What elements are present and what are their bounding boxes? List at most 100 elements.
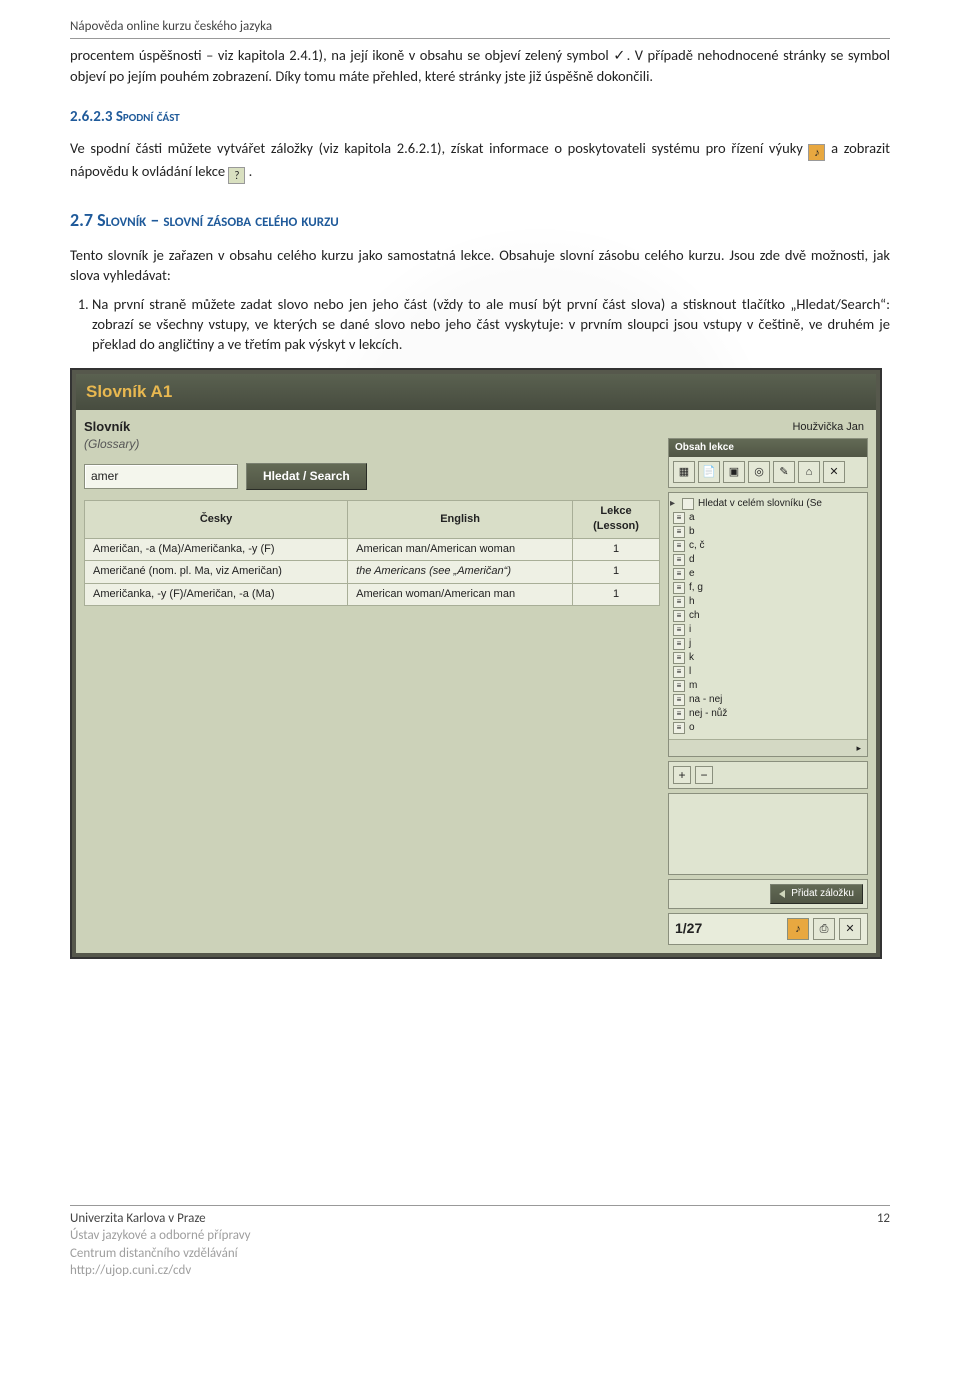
cell-en: the Americans (see „Američan“) — [348, 561, 573, 583]
zoom-out-icon[interactable]: − — [695, 766, 713, 784]
nav-box-icon: ≡ — [673, 610, 685, 622]
nav-item[interactable]: ≡nej - nůž — [669, 707, 863, 721]
col-lekce: Lekce (Lesson) — [573, 501, 660, 539]
arrow-left-icon — [779, 890, 785, 898]
search-button[interactable]: Hledat / Search — [246, 463, 367, 490]
nav-item[interactable]: ≡ f, g — [669, 581, 863, 595]
status-icon[interactable]: ⎙ — [813, 918, 835, 940]
page-number: 12 — [877, 1210, 890, 1280]
nav-item-label: ch — [689, 609, 700, 623]
nav-item-label: k — [689, 651, 694, 665]
app-title-bar: Slovník A1 — [76, 374, 876, 410]
cell-cz: Američanka, -y (F)/Američan, -a (Ma) — [85, 583, 348, 605]
heading-2-7: 2.7 Slovník – slovní zásoba celého kurzu — [70, 208, 890, 233]
nav-item[interactable]: ≡b — [669, 525, 863, 539]
nav-box-icon: ≡ — [673, 512, 685, 524]
nav-item[interactable]: ≡i — [669, 623, 863, 637]
nav-item[interactable]: ≡e — [669, 567, 863, 581]
nav-item[interactable]: ≡d — [669, 553, 863, 567]
nav-search-label: Hledat v celém slovníku (Se — [698, 497, 822, 511]
app-title: Slovník A1 — [86, 382, 172, 401]
footer-line-1: Univerzita Karlova v Praze — [70, 1210, 251, 1228]
nav-box-icon: ≡ — [673, 694, 685, 706]
nav-item-label: j — [689, 637, 691, 651]
toolbar-close-icon[interactable]: ✕ — [823, 461, 845, 483]
toolbar-icon[interactable]: ✎ — [773, 461, 795, 483]
toolbar-icon[interactable]: ▣ — [723, 461, 745, 483]
list-item-1: Na první straně můžete zadat slovo nebo … — [92, 294, 890, 355]
cell-lesson: 1 — [573, 538, 660, 560]
page-header: Nápověda online kurzu českého jazyka — [70, 18, 890, 39]
text: . — [249, 162, 253, 180]
nav-item-label: na - nej — [689, 693, 722, 707]
nav-box-icon: ≡ — [673, 652, 685, 664]
cell-cz: Američané (nom. pl. Ma, viz Američan) — [85, 561, 348, 583]
nav-item-label: l — [689, 665, 691, 679]
nav-item[interactable]: ≡l — [669, 665, 863, 679]
nav-item[interactable]: ≡k — [669, 651, 863, 665]
status-close-icon[interactable]: ✕ — [839, 918, 861, 940]
footer-link[interactable]: http://ujop.cuni.cz/cdv — [70, 1263, 191, 1278]
nav-box-icon: ≡ — [673, 596, 685, 608]
nav-item[interactable]: ≡o — [669, 721, 863, 735]
body-paragraph-3: Tento slovník je zařazen v obsahu celého… — [70, 245, 890, 286]
panel-sublabel: (Glossary) — [84, 436, 660, 453]
nav-box-icon: ≡ — [673, 568, 685, 580]
nav-item-label: f, g — [689, 581, 703, 595]
nav-item[interactable]: ≡j — [669, 637, 863, 651]
scroll-right-icon[interactable]: ▸ — [669, 739, 867, 757]
nav-item[interactable]: ≡ na - nej — [669, 693, 863, 707]
nav-item[interactable]: ≡a — [669, 511, 863, 525]
user-label: Houžvička Jan — [668, 418, 868, 437]
table-row[interactable]: Američan, -a (Ma)/Američanka, -y (F)Amer… — [85, 538, 660, 560]
nav-item[interactable]: ≡ ch — [669, 609, 863, 623]
nav-box-icon: ≡ — [673, 666, 685, 678]
nav-item[interactable]: ≡c, č — [669, 539, 863, 553]
cell-cz: Američan, -a (Ma)/Američanka, -y (F) — [85, 538, 348, 560]
nav-item-label: m — [689, 679, 697, 693]
cell-lesson: 1 — [573, 561, 660, 583]
page-counter: 1/27 — [675, 919, 702, 939]
nav-item[interactable]: ≡h — [669, 595, 863, 609]
toolbar-icon[interactable]: ◎ — [748, 461, 770, 483]
search-input[interactable]: amer — [84, 464, 238, 489]
nav-box-icon: ≡ — [673, 708, 685, 720]
zoom-in-icon[interactable]: + — [673, 766, 691, 784]
nav-item-label: i — [689, 623, 691, 637]
nav-item-label: e — [689, 567, 695, 581]
help-icon: ? — [228, 167, 245, 184]
nav-box-icon: ≡ — [673, 582, 685, 594]
col-english: English — [348, 501, 573, 539]
nav-item-label: h — [689, 595, 695, 609]
heading-2-6-2-3: 2.6.2.3 Spodní část — [70, 107, 890, 128]
text: Ve spodní části můžete vytvářet záložky … — [70, 139, 808, 157]
nav-box-icon: ≡ — [673, 540, 685, 552]
provider-icon: ♪ — [808, 144, 825, 161]
status-icon[interactable]: ♪ — [787, 918, 809, 940]
footer-line-2: Ústav jazykové a odborné přípravy — [70, 1227, 251, 1245]
nav-box-icon: ≡ — [673, 722, 685, 734]
toolbar-icon[interactable]: ⌂ — [798, 461, 820, 483]
nav-search-row[interactable]: Hledat v celém slovníku (Se — [669, 497, 863, 511]
glossary-table: Česky English Lekce (Lesson) Američan, -… — [84, 500, 660, 606]
nav-box-icon: ≡ — [673, 554, 685, 566]
footer-line-3: Centrum distančního vzdělávání — [70, 1245, 251, 1263]
nav-box-icon: ≡ — [673, 638, 685, 650]
toolbar-icon[interactable]: ▦ — [673, 461, 695, 483]
cell-en: American woman/American man — [348, 583, 573, 605]
panel-obsah-title: Obsah lekce — [669, 439, 867, 457]
table-row[interactable]: Američanka, -y (F)/Američan, -a (Ma)Amer… — [85, 583, 660, 605]
cell-lesson: 1 — [573, 583, 660, 605]
col-cesky: Česky — [85, 501, 348, 539]
nav-box-icon: ≡ — [673, 624, 685, 636]
table-row[interactable]: Američané (nom. pl. Ma, viz Američan)the… — [85, 561, 660, 583]
bookmark-label: Přidat záložku — [791, 887, 854, 901]
nav-item-label: a — [689, 511, 695, 525]
nav-box-icon: ≡ — [673, 680, 685, 692]
nav-item[interactable]: ≡m — [669, 679, 863, 693]
add-bookmark-button[interactable]: Přidat záložku — [770, 884, 863, 904]
page-footer: Univerzita Karlova v Praze Ústav jazykov… — [70, 1205, 890, 1280]
text: procentem úspěšnosti – viz kapitola 2.4.… — [70, 46, 613, 64]
toolbar-icon[interactable]: 📄 — [698, 461, 720, 483]
nav-box-icon — [682, 498, 694, 510]
